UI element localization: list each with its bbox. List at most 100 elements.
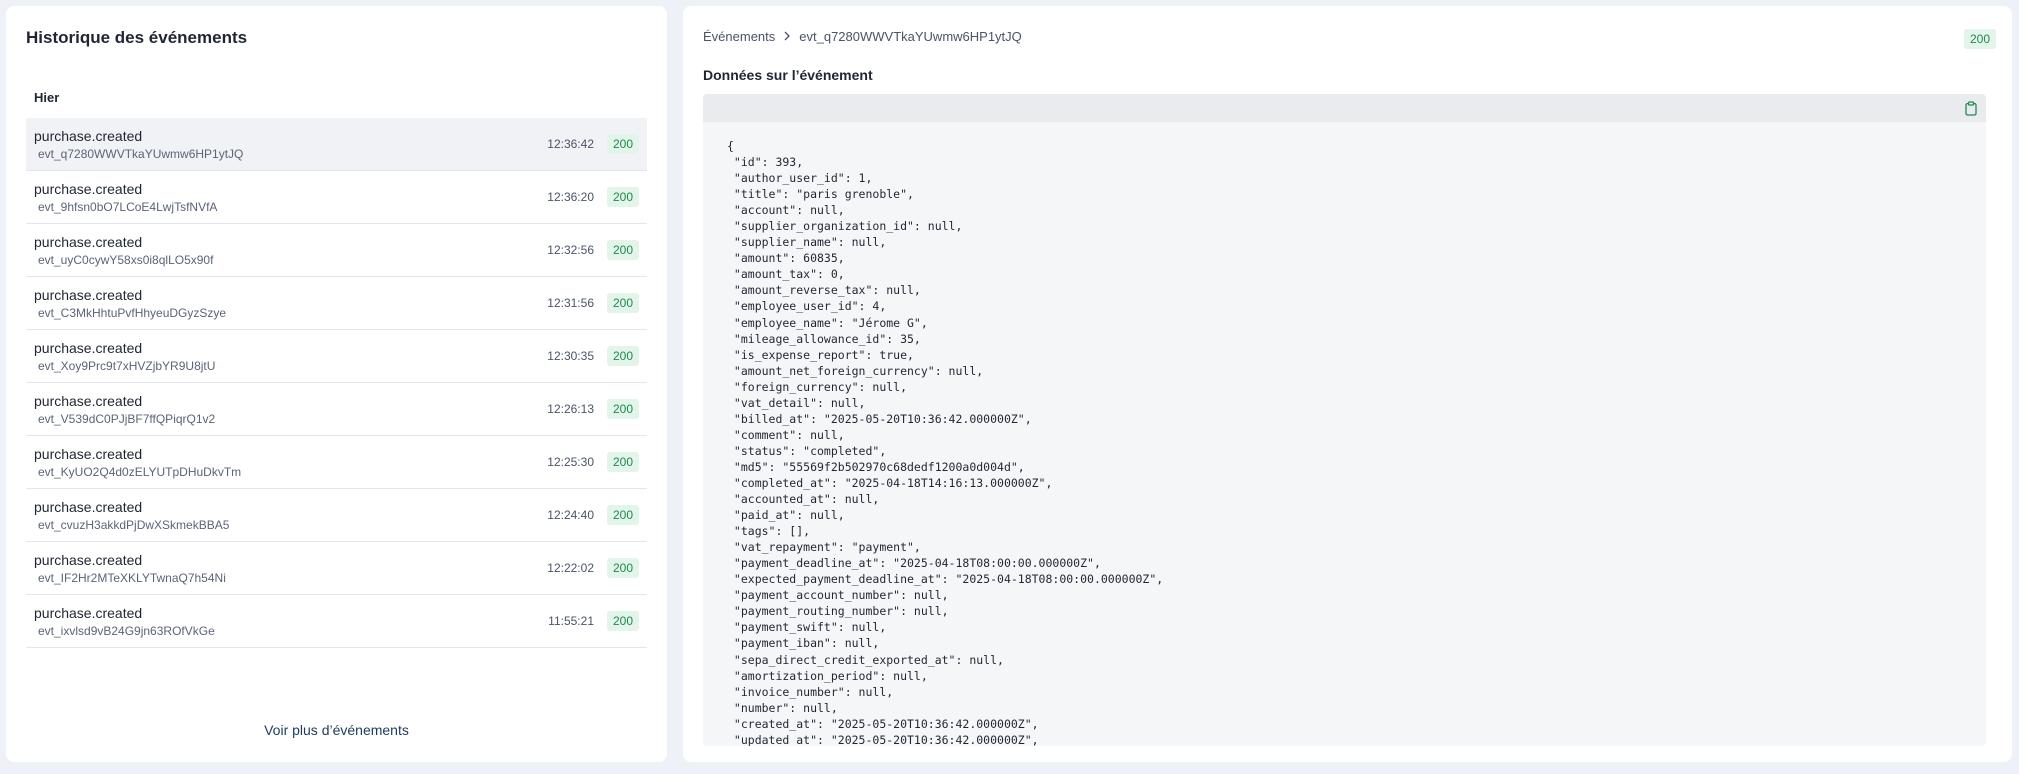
code-line: "sepa_direct_credit_exported_at": null, — [727, 652, 1004, 667]
clipboard-icon[interactable] — [1964, 101, 1978, 116]
event-id: evt_IF2Hr2MTeXKLYTwnaQ7h54Ni — [38, 571, 226, 585]
event-status-badge: 200 — [606, 134, 639, 154]
event-time: 12:32:56 — [547, 243, 594, 257]
event-id: evt_Xoy9Prc9t7xHVZjbYR9U8jtU — [38, 359, 216, 373]
event-time: 12:36:42 — [547, 137, 594, 151]
event-row[interactable]: purchase.created evt_Xoy9Prc9t7xHVZjbYR9U… — [26, 330, 647, 383]
event-list: purchase.created evt_q7280WWVTkaYUwmw6HP1… — [26, 118, 647, 648]
event-json-viewer: { "id": 393, "author_user_id": 1, "title… — [703, 94, 1986, 746]
code-line: "vat_detail": null, — [727, 395, 866, 410]
event-time: 12:36:20 — [547, 190, 594, 204]
code-line: "vat_repayment": "payment", — [727, 540, 921, 555]
event-name: purchase.created — [34, 128, 143, 144]
event-row[interactable]: purchase.created evt_V539dC0PJjBF7ffQPiqr… — [26, 383, 647, 436]
breadcrumb-current-event: evt_q7280WWVTkaYUwmw6HP1ytJQ — [799, 29, 1022, 44]
event-time: 12:22:02 — [547, 561, 594, 575]
code-line: "employee_name": "Jérome G", — [727, 315, 928, 330]
event-status-badge: 200 — [606, 505, 639, 525]
event-status-badge: 200 — [606, 399, 639, 419]
event-status-badge: 200 — [606, 293, 639, 313]
event-row[interactable]: purchase.created evt_KyUO2Q4d0zELYUTpDHuD… — [26, 436, 647, 489]
event-id: evt_cvuzH3akkdPjDwXSkmekBBA5 — [38, 518, 230, 532]
event-time: 12:25:30 — [547, 455, 594, 469]
code-line: "expected_payment_deadline_at": "2025-04… — [727, 572, 1164, 587]
event-id: evt_q7280WWVTkaYUwmw6HP1ytJQ — [38, 147, 244, 161]
code-line: "employee_user_id": 4, — [727, 299, 887, 314]
event-name: purchase.created — [34, 605, 143, 621]
event-row[interactable]: purchase.created evt_uyC0cywY58xs0i8qlLO5… — [26, 224, 647, 277]
event-time: 12:26:13 — [547, 402, 594, 416]
code-line: "tags": [], — [727, 524, 811, 539]
code-line: "status": "completed", — [727, 443, 887, 458]
code-line: "amount": 60835, — [727, 251, 845, 266]
code-line: "amount_tax": 0, — [727, 267, 845, 282]
status-badge: 200 — [1963, 29, 1996, 49]
event-status-badge: 200 — [606, 452, 639, 472]
event-status-badge: 200 — [606, 558, 639, 578]
event-status-badge: 200 — [606, 346, 639, 366]
code-line: "amount_reverse_tax": null, — [727, 283, 921, 298]
event-data-title: Données sur l’événement — [703, 67, 873, 83]
event-time: 12:24:40 — [547, 508, 594, 522]
code-line: "payment_routing_number": null, — [727, 604, 949, 619]
code-line: "invoice_number": null, — [727, 684, 894, 699]
code-line: "title": "paris grenoble", — [727, 187, 914, 202]
code-line: "number": null, — [727, 700, 838, 715]
event-row[interactable]: purchase.created evt_cvuzH3akkdPjDwXSkmek… — [26, 489, 647, 542]
event-row[interactable]: purchase.created evt_q7280WWVTkaYUwmw6HP1… — [26, 118, 647, 171]
code-line: "mileage_allowance_id": 35, — [727, 331, 921, 346]
chevron-right-icon — [783, 29, 791, 44]
event-time: 11:55:21 — [548, 614, 594, 628]
event-name: purchase.created — [34, 552, 143, 568]
code-line: "is_expense_report": true, — [727, 347, 914, 362]
code-line: "supplier_organization_id": null, — [727, 219, 963, 234]
code-line: "updated_at": "2025-05-20T10:36:42.00000… — [727, 732, 1039, 746]
code-line: "author_user_id": 1, — [727, 171, 873, 186]
event-json-code: { "id": 393, "author_user_id": 1, "title… — [703, 122, 1986, 746]
event-name: purchase.created — [34, 393, 143, 409]
event-status-badge: 200 — [606, 240, 639, 260]
code-line: "created_at": "2025-05-20T10:36:42.00000… — [727, 716, 1039, 731]
code-line: { — [727, 139, 734, 153]
code-line: "amount_net_foreign_currency": null, — [727, 363, 984, 378]
breadcrumb: Événements evt_q7280WWVTkaYUwmw6HP1ytJQ — [703, 29, 1022, 44]
code-line: "payment_deadline_at": "2025-04-18T08:00… — [727, 556, 1101, 571]
event-status-badge: 200 — [606, 611, 639, 631]
event-name: purchase.created — [34, 181, 143, 197]
event-row[interactable]: purchase.created evt_C3MkHhtuPvfHhyeuDGyz… — [26, 277, 647, 330]
code-line: "payment_account_number": null, — [727, 588, 949, 603]
code-line: "md5": "55569f2b502970c68dedf1200a0d004d… — [727, 459, 1025, 474]
code-line: "billed_at": "2025-05-20T10:36:42.000000… — [727, 411, 1032, 426]
event-id: evt_uyC0cywY58xs0i8qlLO5x90f — [38, 253, 214, 267]
event-name: purchase.created — [34, 287, 143, 303]
code-line: "completed_at": "2025-04-18T14:16:13.000… — [727, 475, 1053, 490]
event-name: purchase.created — [34, 446, 143, 462]
code-line: "supplier_name": null, — [727, 235, 887, 250]
event-id: evt_KyUO2Q4d0zELYUTpDHuDkvTm — [38, 465, 242, 479]
event-row[interactable]: purchase.created evt_9hfsn0bO7LCoE4LwjTsf… — [26, 171, 647, 224]
event-id: evt_ixvlsd9vB24G9jn63ROfVkGe — [38, 624, 215, 638]
code-line: "accounted_at": null, — [727, 492, 880, 507]
event-id: evt_C3MkHhtuPvfHhyeuDGyzSzye — [38, 306, 227, 320]
code-line: "id": 393, — [727, 155, 804, 170]
code-line: "account": null, — [727, 203, 845, 218]
code-line: "payment_iban": null, — [727, 636, 880, 651]
event-name: purchase.created — [34, 234, 143, 250]
events-history-panel: Historique des événements Hier purchase.… — [6, 6, 667, 762]
event-time: 12:31:56 — [547, 296, 594, 310]
code-line: "paid_at": null, — [727, 508, 845, 523]
event-row[interactable]: purchase.created evt_IF2Hr2MTeXKLYTwnaQ7h… — [26, 542, 647, 595]
page-title: Historique des événements — [26, 28, 248, 47]
code-toolbar — [703, 94, 1986, 122]
load-more-events-link[interactable]: Voir plus d’événements — [6, 722, 667, 738]
event-id: evt_9hfsn0bO7LCoE4LwjTsfNVfA — [38, 200, 218, 214]
date-group-label: Hier — [34, 90, 60, 105]
breadcrumb-events-link[interactable]: Événements — [703, 29, 775, 44]
event-time: 12:30:35 — [547, 349, 594, 363]
code-line: "payment_swift": null, — [727, 620, 887, 635]
event-id: evt_V539dC0PJjBF7ffQPiqrQ1v2 — [38, 412, 216, 426]
event-detail-panel: Événements evt_q7280WWVTkaYUwmw6HP1ytJQ … — [683, 6, 2012, 762]
code-line: "amortization_period": null, — [727, 668, 928, 683]
event-row[interactable]: purchase.created evt_ixvlsd9vB24G9jn63ROf… — [26, 595, 647, 648]
event-name: purchase.created — [34, 499, 143, 515]
